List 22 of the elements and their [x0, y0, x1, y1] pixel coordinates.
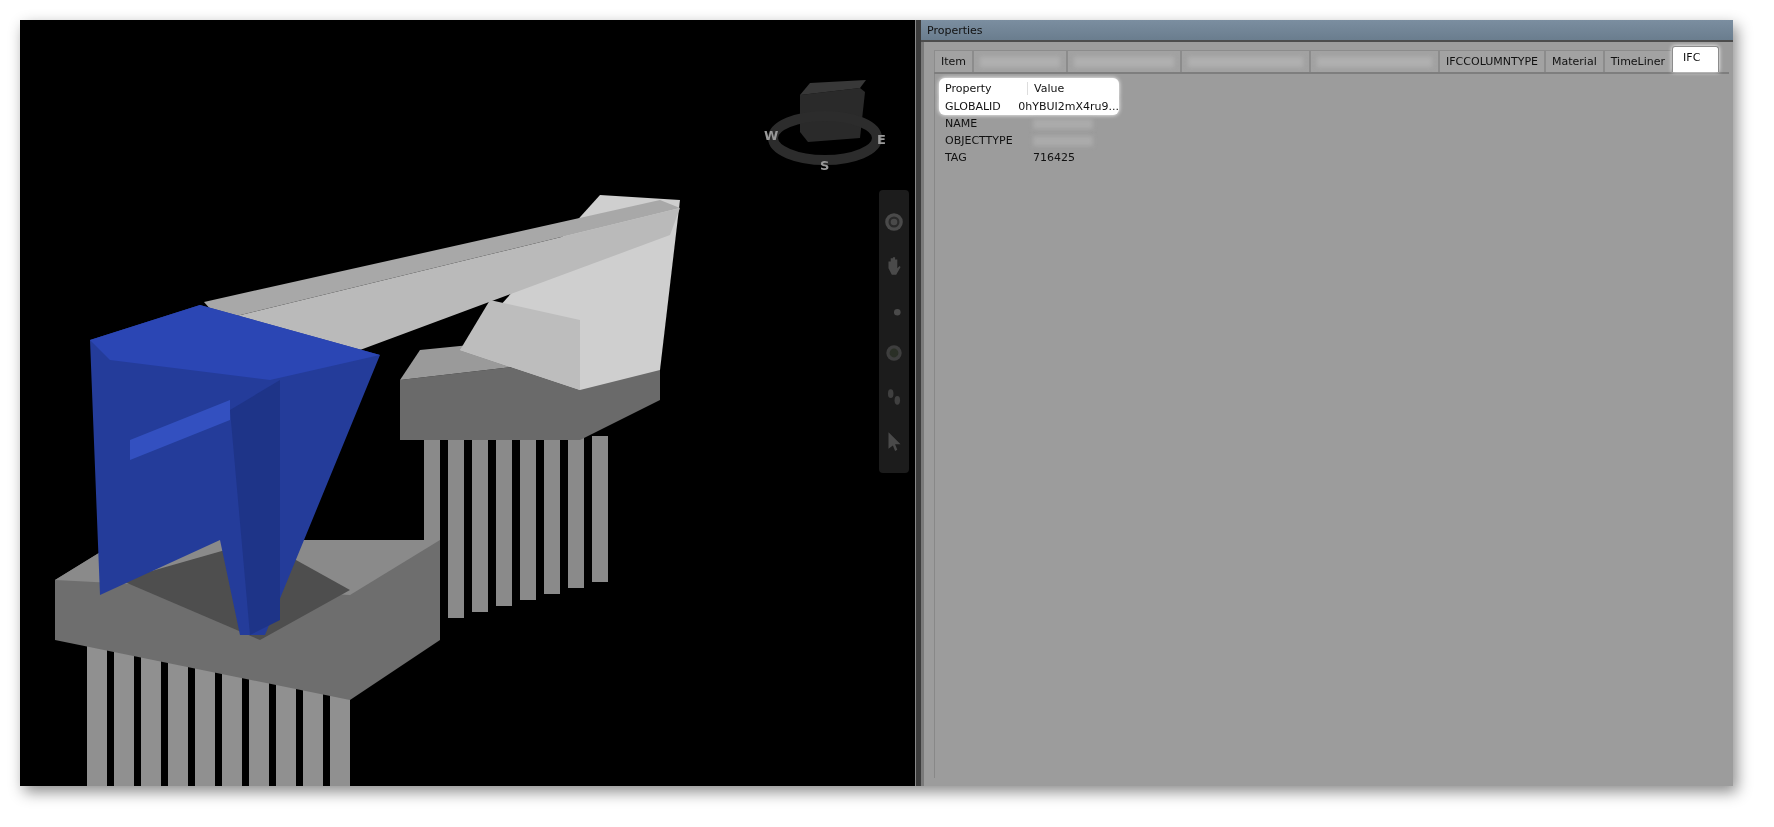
blurred-tab[interactable]	[1181, 50, 1311, 72]
column-header: Property	[944, 81, 993, 95]
property-name: NAME	[944, 117, 979, 130]
tab[interactable]: IFCCOLUMNTYPE	[1439, 50, 1545, 72]
panel-title: Properties	[927, 23, 983, 37]
property-name: OBJECTTYPE	[944, 134, 1014, 147]
property-value: 716425	[1032, 151, 1075, 164]
compass-label: W	[764, 128, 779, 143]
tab[interactable]: TimeLiner	[1603, 50, 1673, 72]
property-value: 0hYBUI2mX4ru9...	[1017, 100, 1119, 113]
tab[interactable]: IFC	[1672, 46, 1720, 72]
blurred-tab[interactable]	[973, 50, 1068, 72]
property-name: TAG	[944, 151, 968, 164]
tab[interactable]: Material	[1545, 50, 1604, 72]
tab[interactable]: Item	[934, 50, 974, 72]
property-name: GLOBALID	[944, 100, 1002, 113]
column-header: Value	[1027, 81, 1065, 95]
blurred-tab[interactable]	[1310, 50, 1440, 72]
blurred-tab[interactable]	[1067, 50, 1182, 72]
view-cube-icon[interactable]	[800, 80, 866, 142]
compass-label: S	[820, 158, 830, 173]
compass-label: E	[877, 132, 886, 147]
